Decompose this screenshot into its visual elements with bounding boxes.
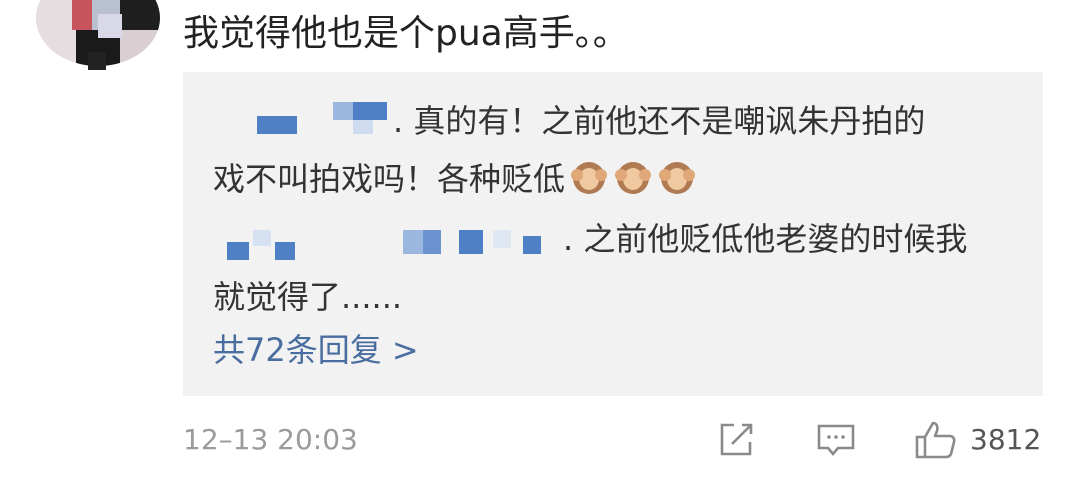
username-pixel <box>253 230 271 246</box>
share-icon[interactable] <box>716 420 756 464</box>
see-no-evil-monkey-icon <box>657 158 697 198</box>
username-pixel <box>353 120 373 134</box>
reply-item[interactable]: . 之前他贬低他老婆的时候我 就觉得了...... <box>213 210 1013 326</box>
username-pixel <box>333 102 353 120</box>
avatar-pixel <box>98 14 122 38</box>
reply-item[interactable]: . 真的有！之前他还不是嘲讽朱丹拍的 戏不叫拍戏吗！各种贬低 <box>213 92 1013 208</box>
like-icon[interactable] <box>914 420 958 464</box>
comment-icon[interactable] <box>816 420 856 464</box>
comment-text: 我觉得他也是个pua高手。。 <box>183 13 629 54</box>
reply-text: . 之前他贬低他老婆的时候我 <box>563 220 968 258</box>
avatar-pixel <box>88 52 106 70</box>
reply-text-line2: 就觉得了...... <box>213 278 403 316</box>
username-pixel <box>493 230 511 248</box>
username-pixel <box>257 116 297 134</box>
username-pixel <box>275 242 295 260</box>
like-count: 3812 <box>970 423 1042 456</box>
avatar-pixel <box>72 0 92 30</box>
reply-username[interactable] <box>213 216 563 260</box>
username-pixel <box>227 242 249 260</box>
reply-text-line2: 戏不叫拍戏吗！各种贬低 <box>213 160 566 198</box>
see-no-evil-monkey-icon <box>613 158 653 198</box>
username-pixel <box>353 102 387 120</box>
replies-panel[interactable]: . 真的有！之前他还不是嘲讽朱丹拍的 戏不叫拍戏吗！各种贬低 . 之前他贬低他老… <box>183 72 1043 396</box>
reply-text: . 真的有！之前他还不是嘲讽朱丹拍的 <box>393 102 926 140</box>
reply-username[interactable] <box>213 98 393 138</box>
avatar-pixel <box>120 0 160 30</box>
more-replies-link[interactable]: 共72条回复 > <box>213 328 419 372</box>
username-pixel <box>403 230 425 254</box>
comment-timestamp: 12–13 20:03 <box>183 423 358 456</box>
username-pixel <box>523 236 541 254</box>
username-pixel <box>423 230 441 254</box>
avatar-pixel <box>36 0 76 66</box>
see-no-evil-monkey-icon <box>569 158 609 198</box>
username-pixel <box>459 230 483 254</box>
